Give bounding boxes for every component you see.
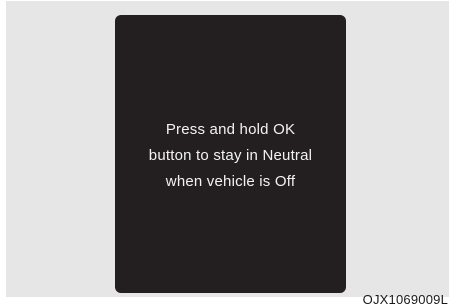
message-line-2: button to stay in Neutral bbox=[148, 147, 313, 164]
message-line-3: when vehicle is Off bbox=[165, 173, 296, 190]
figure-code: OJX1069009L bbox=[362, 292, 448, 307]
neutral-hold-message: Press and hold OK button to stay in Neut… bbox=[121, 117, 341, 195]
message-line-1: Press and hold OK bbox=[165, 121, 296, 138]
cluster-display-screen: Press and hold OK button to stay in Neut… bbox=[115, 15, 346, 293]
